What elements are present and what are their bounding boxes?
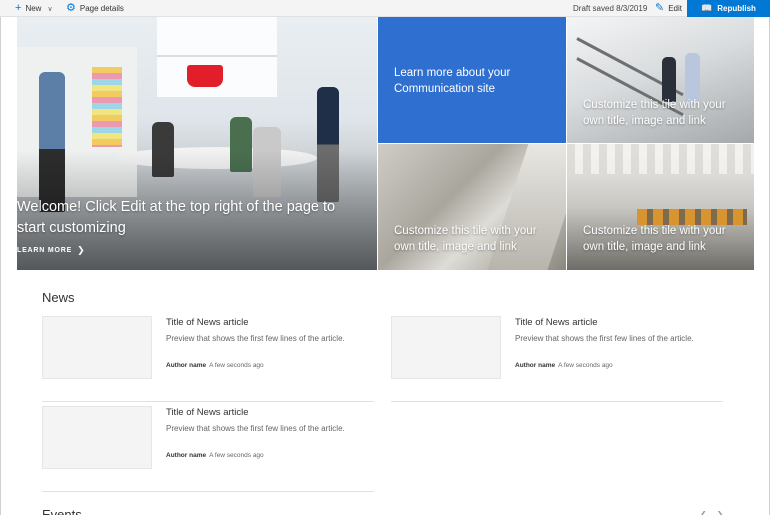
- republish-button[interactable]: 📖 Republish: [687, 0, 770, 17]
- hero-section: Welcome! Click Edit at the top right of …: [17, 17, 754, 270]
- article-thumbnail[interactable]: [42, 316, 152, 379]
- plus-icon: +: [15, 2, 22, 14]
- page-details-button[interactable]: ⚙ Page details: [66, 0, 124, 17]
- article-preview: Preview that shows the first few lines o…: [515, 334, 694, 343]
- hero-tile-bottom-right[interactable]: Customize this tile with your own title,…: [567, 144, 754, 270]
- article-meta: Author name A few seconds ago: [166, 452, 264, 459]
- hero-main-title: Welcome! Click Edit at the top right of …: [17, 199, 336, 236]
- news-section-title: News: [42, 290, 75, 305]
- article-time: A few seconds ago: [558, 362, 613, 369]
- hero-tile-communication[interactable]: Learn more about your Communication site: [378, 17, 566, 143]
- article-author: Author name: [166, 452, 207, 459]
- republish-label: Republish: [717, 4, 756, 13]
- hero-tile-caption: Learn more about your Communication site: [394, 67, 511, 95]
- hero-tile-caption: Customize this tile with your own title,…: [394, 225, 537, 253]
- news-article[interactable]: Title of News article Preview that shows…: [42, 316, 374, 402]
- new-button[interactable]: + New ∨: [15, 0, 53, 17]
- learn-more-link[interactable]: LEARN MORE ❯: [17, 245, 85, 256]
- chevron-left-icon[interactable]: ❮: [700, 510, 707, 515]
- article-time: A few seconds ago: [209, 362, 264, 369]
- news-article[interactable]: Title of News article Preview that shows…: [42, 406, 374, 492]
- events-section-title: Events: [42, 507, 82, 515]
- learn-more-label: LEARN MORE: [17, 247, 73, 254]
- article-thumbnail[interactable]: [42, 406, 152, 469]
- person-image: [685, 53, 700, 103]
- gear-icon: ⚙: [66, 2, 76, 14]
- hero-tile-caption: Customize this tile with your own title,…: [583, 99, 726, 127]
- article-time: A few seconds ago: [209, 452, 264, 459]
- article-author: Author name: [166, 362, 207, 369]
- news-article[interactable]: Title of News article Preview that shows…: [391, 316, 723, 402]
- book-icon: 📖: [701, 3, 713, 13]
- article-author: Author name: [515, 362, 556, 369]
- chevron-right-icon: ❯: [77, 245, 86, 255]
- article-thumbnail[interactable]: [391, 316, 501, 379]
- article-title[interactable]: Title of News article: [166, 407, 249, 418]
- person-image: [662, 57, 676, 102]
- article-title[interactable]: Title of News article: [166, 317, 249, 328]
- hero-tile-bottom-middle[interactable]: Customize this tile with your own title,…: [378, 144, 566, 270]
- edit-button[interactable]: ✎ Edit: [655, 0, 682, 17]
- lamp-image: [187, 65, 223, 87]
- sticky-notes-image: [92, 67, 122, 147]
- command-bar: + New ∨ ⚙ Page details Draft saved 8/3/2…: [0, 0, 770, 17]
- ceiling-image: [567, 144, 754, 174]
- hero-main-tile[interactable]: Welcome! Click Edit at the top right of …: [17, 17, 377, 270]
- hero-tile-caption: Customize this tile with your own title,…: [583, 225, 726, 253]
- article-preview: Preview that shows the first few lines o…: [166, 424, 345, 433]
- edit-label: Edit: [668, 4, 683, 13]
- events-carousel-controls: ❮ ❯: [700, 510, 723, 515]
- chevron-down-icon[interactable]: ∨: [47, 5, 52, 13]
- article-preview: Preview that shows the first few lines o…: [166, 334, 345, 343]
- article-title[interactable]: Title of News article: [515, 317, 598, 328]
- new-label: New: [25, 4, 42, 13]
- hero-tile-top-right[interactable]: Customize this tile with your own title,…: [567, 17, 754, 143]
- article-meta: Author name A few seconds ago: [166, 362, 264, 369]
- pencil-icon: ✎: [655, 2, 665, 14]
- page-details-label: Page details: [79, 4, 124, 13]
- draft-status: Draft saved 8/3/2019: [573, 4, 648, 13]
- article-meta: Author name A few seconds ago: [515, 362, 613, 369]
- chevron-right-icon[interactable]: ❯: [717, 510, 724, 515]
